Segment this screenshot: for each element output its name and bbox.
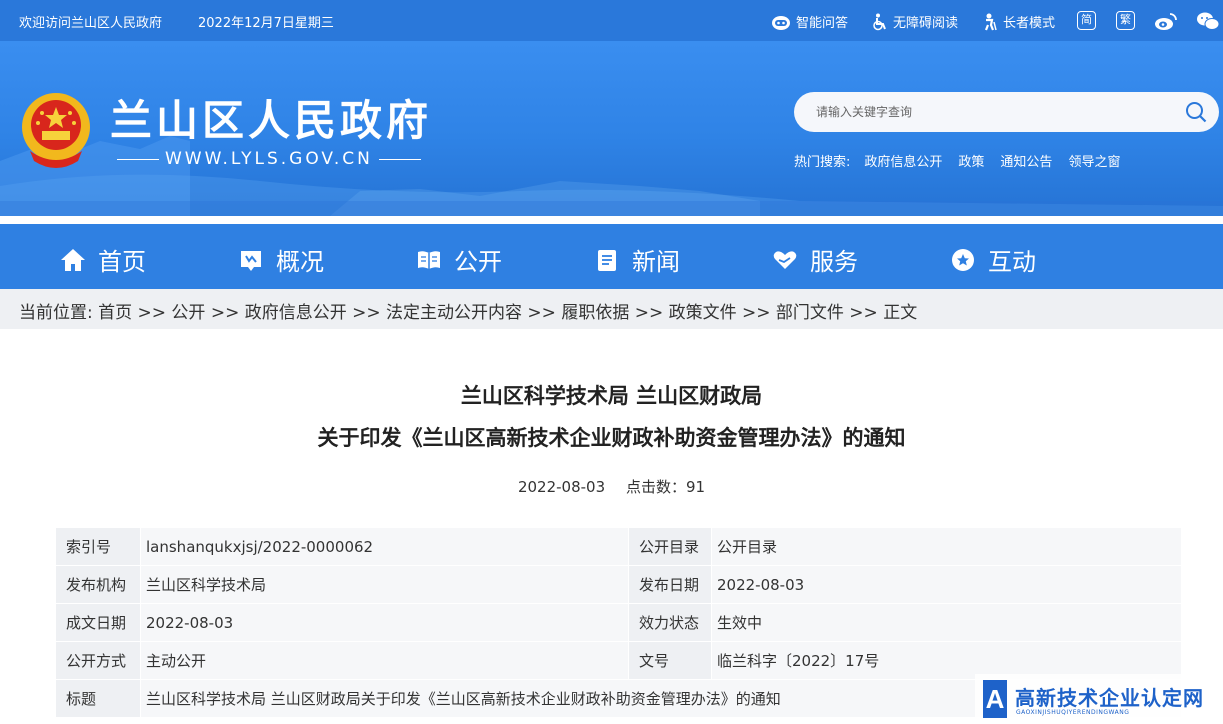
elder-mode-label: 长者模式 — [1003, 16, 1056, 31]
table-row: 发布机构 兰山区科学技术局 发布日期 2022-08-03 — [55, 565, 1182, 604]
main-nav: 首页 概况 公开 新闻 服务 互动 — [0, 224, 1223, 289]
nav-label: 首页 — [98, 248, 146, 276]
wechat-icon[interactable] — [1196, 11, 1220, 35]
info-value: 兰山区科学技术局 — [140, 565, 629, 604]
site-header: 兰山区人民政府 WWW.LYLS.GOV.CN 热门搜索: 政府信息公开 政策 … — [0, 41, 1223, 216]
info-label: 发布日期 — [628, 565, 712, 604]
nav-item-news[interactable]: 新闻 — [594, 242, 680, 277]
watermark-logo-icon: A — [983, 680, 1007, 718]
simplified-chinese-button[interactable]: 简 — [1077, 11, 1096, 30]
welcome-text: 欢迎访问兰山区人民政府 — [19, 16, 163, 31]
article-meta: 2022-08-03 点击数：91 — [0, 476, 1223, 497]
news-icon — [598, 249, 616, 271]
info-label: 索引号 — [55, 527, 141, 566]
nav-item-home[interactable]: 首页 — [60, 242, 146, 277]
info-label: 发布机构 — [55, 565, 141, 604]
search-box — [794, 92, 1219, 132]
article-date: 2022-08-03 — [517, 478, 606, 496]
nav-label: 新闻 — [632, 248, 680, 276]
hot-search-item[interactable]: 政策 — [958, 151, 984, 170]
book-icon — [418, 250, 440, 269]
site-url: WWW.LYLS.GOV.CN — [111, 149, 427, 169]
info-label: 成文日期 — [55, 603, 141, 642]
accessible-reading-label: 无障碍阅读 — [893, 16, 959, 31]
info-label: 公开方式 — [55, 641, 141, 680]
info-label: 文号 — [628, 641, 712, 680]
info-value: 生效中 — [711, 603, 1182, 642]
search-input[interactable] — [816, 102, 1156, 122]
weibo-icon[interactable] — [1154, 11, 1178, 35]
overview-icon — [241, 250, 261, 271]
info-label: 公开目录 — [628, 527, 712, 566]
watermark: A 高新技术企业认定网 GAOXINJISHUQIYERENDINGWANG — [975, 674, 1223, 724]
wheelchair-icon — [873, 13, 886, 30]
breadcrumb[interactable]: 当前位置: 首页 >> 公开 >> 政府信息公开 >> 法定主动公开内容 >> … — [0, 289, 1223, 329]
elder-mode-link[interactable]: 长者模式 — [982, 12, 1055, 31]
hot-search-item[interactable]: 政府信息公开 — [864, 151, 942, 170]
robot-icon — [772, 15, 790, 30]
home-icon — [61, 248, 85, 271]
elder-icon — [984, 13, 997, 30]
article-clicks: 点击数：91 — [625, 478, 706, 496]
top-bar: 欢迎访问兰山区人民政府 2022年12月7日星期三 智能问答 无障碍阅读 长者模… — [0, 0, 1223, 41]
heart-hand-icon — [773, 250, 797, 269]
site-url-text: WWW.LYLS.GOV.CN — [165, 149, 373, 169]
info-value: 公开目录 — [711, 527, 1182, 566]
info-label: 效力状态 — [628, 603, 712, 642]
nav-label: 互动 — [988, 248, 1036, 276]
nav-label: 概况 — [276, 248, 324, 276]
info-value: 2022-08-03 — [140, 603, 629, 642]
search-button[interactable] — [1185, 101, 1207, 127]
chat-icon — [952, 248, 974, 271]
nav-label: 服务 — [810, 248, 858, 276]
article-title-line2: 关于印发《兰山区高新技术企业财政补助资金管理办法》的通知 — [317, 426, 906, 450]
search-icon — [1186, 102, 1207, 123]
nav-item-interaction[interactable]: 互动 — [950, 242, 1036, 277]
hot-search-label: 热门搜索: — [794, 155, 851, 170]
ai-qa-label: 智能问答 — [796, 16, 849, 31]
table-row: 索引号 lanshanqukxjsj/2022-0000062 公开目录 公开目… — [55, 527, 1182, 566]
hot-search-item[interactable]: 通知公告 — [1000, 151, 1052, 170]
table-row: 成文日期 2022-08-03 效力状态 生效中 — [55, 603, 1182, 642]
hot-search: 热门搜索: 政府信息公开 政策 通知公告 领导之窗 — [794, 151, 1136, 170]
ai-qa-link[interactable]: 智能问答 — [771, 12, 848, 31]
watermark-logo-letter: A — [986, 684, 1005, 714]
info-value: 主动公开 — [140, 641, 629, 680]
traditional-chinese-button[interactable]: 繁 — [1116, 11, 1135, 30]
current-date: 2022年12月7日星期三 — [198, 16, 334, 31]
nav-item-service[interactable]: 服务 — [772, 242, 858, 277]
watermark-subtext: GAOXINJISHUQIYERENDINGWANG — [1016, 709, 1130, 716]
nav-item-public[interactable]: 公开 — [416, 242, 502, 277]
article-title-line1: 兰山区科学技术局 兰山区财政局 — [460, 384, 763, 408]
hot-search-item[interactable]: 领导之窗 — [1068, 151, 1120, 170]
info-value: lanshanqukxjsj/2022-0000062 — [140, 527, 629, 566]
site-title: 兰山区人民政府 — [110, 96, 433, 145]
accessible-reading-link[interactable]: 无障碍阅读 — [872, 12, 958, 31]
nav-item-overview[interactable]: 概况 — [238, 242, 324, 277]
info-label: 标题 — [55, 679, 141, 718]
watermark-text: 高新技术企业认定网 — [1015, 686, 1204, 710]
nav-label: 公开 — [454, 248, 502, 276]
info-value: 2022-08-03 — [711, 565, 1182, 604]
national-emblem-logo — [22, 93, 90, 168]
